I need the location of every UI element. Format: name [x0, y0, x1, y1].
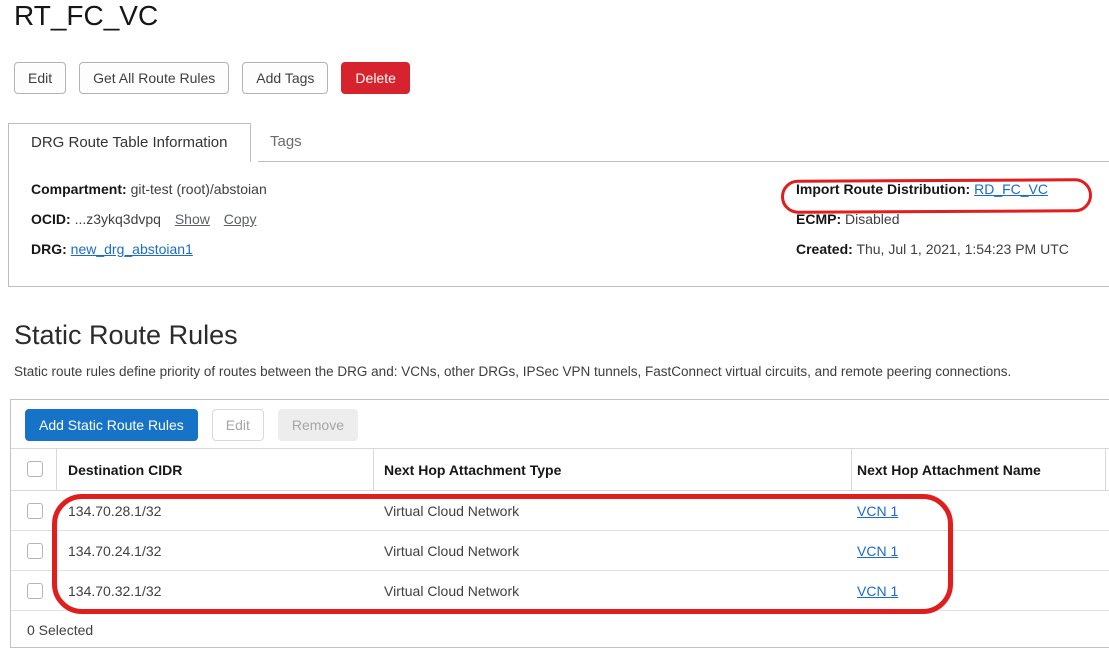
static-route-rules-description: Static route rules define priority of ro…	[14, 364, 1011, 379]
delete-button[interactable]: Delete	[341, 62, 409, 94]
rules-edit-button[interactable]: Edit	[212, 409, 264, 441]
ecmp-value: Disabled	[845, 211, 899, 227]
tab-drg-route-table-information[interactable]: DRG Route Table Information	[8, 123, 251, 162]
cell-destination-cidr: 134.70.32.1/32	[68, 583, 161, 599]
add-tags-button[interactable]: Add Tags	[242, 62, 328, 94]
import-route-distribution-link[interactable]: RD_FC_VC	[974, 181, 1048, 197]
table-footer: 0 Selected	[11, 611, 1109, 647]
column-divider	[56, 449, 57, 490]
info-left-column: Compartment: git-test (root)/abstoian OC…	[31, 180, 267, 270]
import-route-distribution-field: Import Route Distribution: RD_FC_VC	[796, 180, 1069, 198]
created-label: Created:	[796, 241, 853, 257]
edit-button[interactable]: Edit	[14, 62, 66, 94]
drg-field: DRG: new_drg_abstoian1	[31, 240, 267, 258]
ocid-field: OCID: ...z3ykq3dvpq Show Copy	[31, 210, 267, 228]
table-header-row: Destination CIDR Next Hop Attachment Typ…	[11, 448, 1109, 491]
header-next-hop-attachment-type: Next Hop Attachment Type	[384, 462, 561, 478]
info-right-column: Import Route Distribution: RD_FC_VC ECMP…	[796, 180, 1069, 270]
select-all-checkbox[interactable]	[27, 461, 43, 477]
row-checkbox[interactable]	[27, 503, 43, 519]
ocid-show-link[interactable]: Show	[175, 211, 210, 227]
compartment-label: Compartment:	[31, 181, 127, 197]
add-static-route-rules-button[interactable]: Add Static Route Rules	[25, 409, 198, 441]
cell-next-hop-type: Virtual Cloud Network	[384, 543, 519, 559]
ocid-value: ...z3ykq3dvpq	[75, 211, 161, 227]
get-all-route-rules-button[interactable]: Get All Route Rules	[79, 62, 229, 94]
table-row: 134.70.28.1/32 Virtual Cloud Network VCN…	[11, 491, 1109, 531]
ocid-label: OCID:	[31, 211, 71, 227]
ecmp-label: ECMP:	[796, 211, 841, 227]
drg-route-table-information-panel: Compartment: git-test (root)/abstoian OC…	[8, 161, 1109, 287]
vcn-link[interactable]: VCN 1	[857, 543, 898, 559]
vcn-link[interactable]: VCN 1	[857, 503, 898, 519]
compartment-value: git-test (root)/abstoian	[131, 181, 267, 197]
ocid-copy-link[interactable]: Copy	[224, 211, 257, 227]
drg-link[interactable]: new_drg_abstoian1	[71, 241, 193, 257]
row-checkbox[interactable]	[27, 583, 43, 599]
static-route-rules-heading: Static Route Rules	[14, 320, 238, 351]
static-route-rules-table-container: Add Static Route Rules Edit Remove Desti…	[10, 399, 1109, 648]
rules-toolbar: Add Static Route Rules Edit Remove	[25, 409, 358, 441]
tab-tags[interactable]: Tags	[270, 133, 302, 150]
page-action-toolbar: Edit Get All Route Rules Add Tags Delete	[14, 62, 410, 94]
column-divider	[1105, 449, 1106, 490]
import-route-distribution-label: Import Route Distribution:	[796, 181, 970, 197]
cell-destination-cidr: 134.70.28.1/32	[68, 503, 161, 519]
table-row: 134.70.32.1/32 Virtual Cloud Network VCN…	[11, 571, 1109, 611]
created-value: Thu, Jul 1, 2021, 1:54:23 PM UTC	[856, 241, 1068, 257]
cell-destination-cidr: 134.70.24.1/32	[68, 543, 161, 559]
column-divider	[373, 449, 374, 490]
selected-count: 0 Selected	[27, 622, 93, 638]
drg-label: DRG:	[31, 241, 67, 257]
header-destination-cidr: Destination CIDR	[68, 462, 182, 478]
header-next-hop-attachment-name: Next Hop Attachment Name	[857, 462, 1041, 478]
row-checkbox[interactable]	[27, 543, 43, 559]
created-field: Created: Thu, Jul 1, 2021, 1:54:23 PM UT…	[796, 240, 1069, 258]
compartment-field: Compartment: git-test (root)/abstoian	[31, 180, 267, 198]
ecmp-field: ECMP: Disabled	[796, 210, 1069, 228]
vcn-link[interactable]: VCN 1	[857, 583, 898, 599]
column-divider	[851, 449, 852, 490]
cell-next-hop-type: Virtual Cloud Network	[384, 583, 519, 599]
rules-remove-button[interactable]: Remove	[278, 409, 358, 441]
page-title: RT_FC_VC	[14, 0, 158, 32]
table-row: 134.70.24.1/32 Virtual Cloud Network VCN…	[11, 531, 1109, 571]
cell-next-hop-type: Virtual Cloud Network	[384, 503, 519, 519]
